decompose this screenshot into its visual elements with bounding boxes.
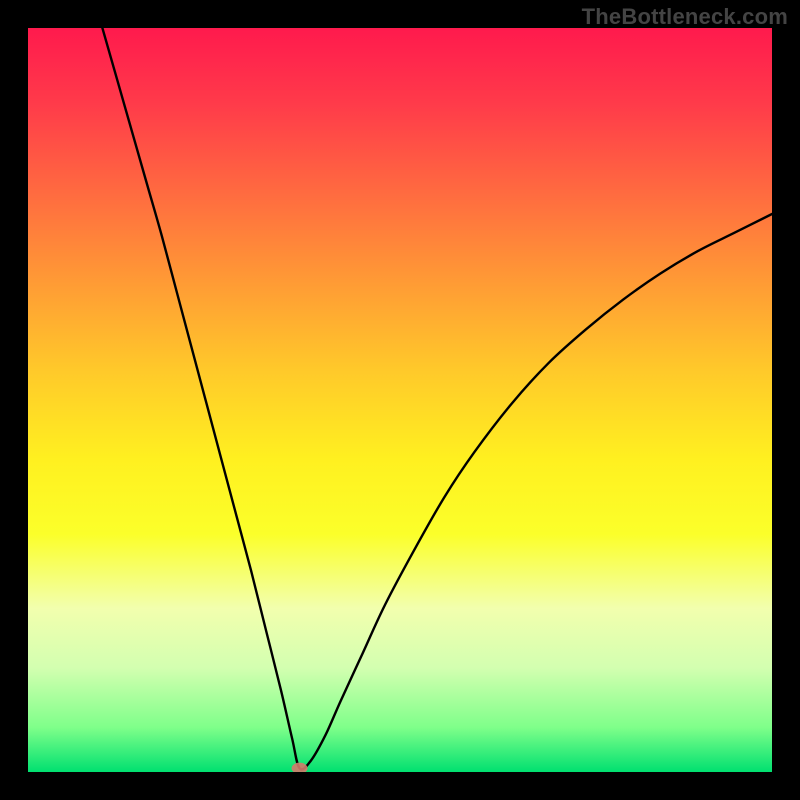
watermark-text: TheBottleneck.com: [582, 4, 788, 30]
optimal-point-marker: [292, 763, 308, 772]
chart-frame: [28, 28, 772, 772]
chart-svg: [28, 28, 772, 772]
bottleneck-curve: [102, 28, 772, 769]
